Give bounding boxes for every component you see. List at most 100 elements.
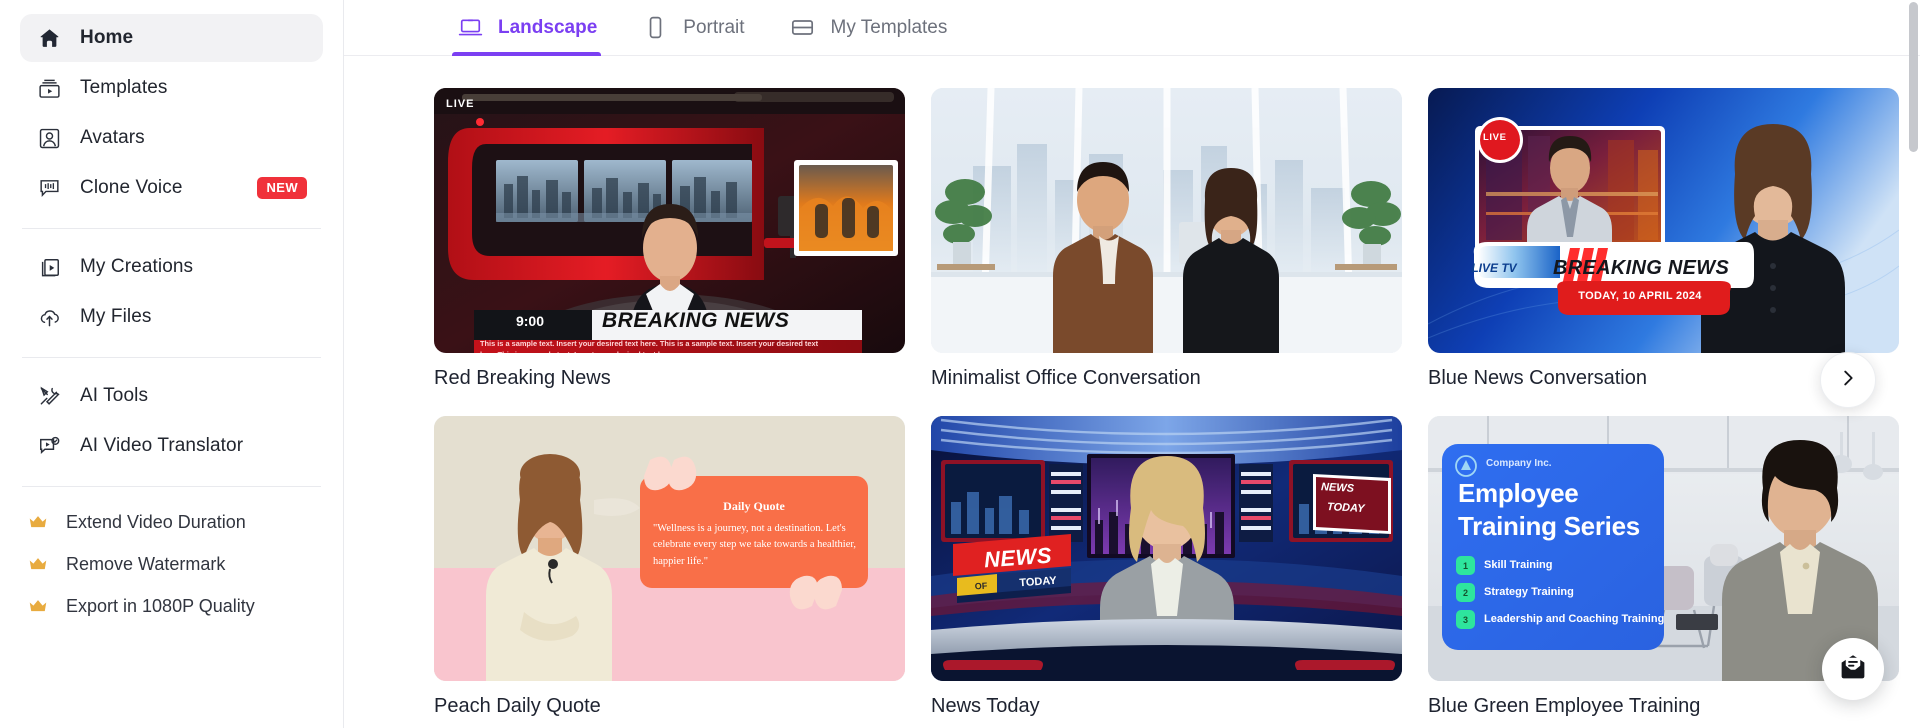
scrollbar-thumb[interactable] <box>1909 2 1918 152</box>
creations-icon <box>36 254 62 280</box>
template-card[interactable]: LIVE LIVE TV BREAKING NEWS TODAY, 10 APR… <box>1428 88 1899 390</box>
template-card-title: Red Breaking News <box>434 367 611 389</box>
template-card[interactable]: NEWS OF TODAY NEWS TODAY News Today <box>931 416 1402 718</box>
template-thumbnail-red-breaking-news[interactable]: LIVE 9:00 BREAKING NEWS This is a sample… <box>434 88 905 353</box>
thumbnail-art <box>1428 88 1899 353</box>
template-card-title: News Today <box>931 695 1040 717</box>
tools-icon <box>36 383 62 409</box>
headline-label: BREAKING NEWS <box>1553 256 1730 279</box>
templates-icon <box>36 75 62 101</box>
training-title-line1: Employee <box>1458 478 1579 508</box>
bullet-text: Leadership and Coaching Training <box>1484 613 1665 625</box>
template-card-title: Peach Daily Quote <box>434 695 601 717</box>
tab-portrait[interactable]: Portrait <box>619 0 766 56</box>
pro-item-label: Extend Video Duration <box>66 511 246 532</box>
template-thumbnail-blue-news[interactable]: LIVE LIVE TV BREAKING NEWS TODAY, 10 APR… <box>1428 88 1899 353</box>
sidebar-secondary-group: My Creations My Files <box>20 243 323 343</box>
sidebar-item-label: My Creations <box>80 256 194 277</box>
bullet-number: 3 <box>1462 614 1468 625</box>
live-badge: LIVE <box>1483 132 1507 143</box>
tab-label: Landscape <box>498 16 598 38</box>
avatar-icon <box>36 125 62 151</box>
sidebar-item-label: AI Video Translator <box>80 435 244 456</box>
voice-waveform-icon <box>36 175 62 201</box>
tab-my-templates[interactable]: My Templates <box>767 0 970 56</box>
sidebar-tools-group: AI Tools AI Video Translator <box>20 372 323 472</box>
tab-label: My Templates <box>830 16 948 38</box>
training-title-line2: Training Series <box>1458 511 1640 541</box>
sidebar-item-label: Home <box>80 27 134 48</box>
tab-landscape[interactable]: Landscape <box>434 0 619 56</box>
template-thumbnail-minimalist-office[interactable] <box>931 88 1402 353</box>
sidebar-item-ai-tools[interactable]: AI Tools <box>20 372 323 420</box>
main-content: Landscape Portrait My Templates LIVE 9:0… <box>344 0 1920 728</box>
crown-icon <box>26 511 50 533</box>
quote-body: "Wellness is a journey, not a destinatio… <box>653 523 857 567</box>
template-thumbnail-employee-training[interactable]: Company Inc. Employee Training Series 1 … <box>1428 416 1899 681</box>
sidebar-divider-3 <box>22 486 321 487</box>
time-label: 9:00 <box>515 313 545 329</box>
company-label: Company Inc. <box>1486 458 1552 469</box>
sidebar-item-templates[interactable]: Templates <box>20 64 323 112</box>
sidebar-item-my-files[interactable]: My Files <box>20 293 323 341</box>
sidebar-item-clone-voice[interactable]: Clone Voice NEW <box>20 164 323 212</box>
sidebar-divider-2 <box>22 357 321 358</box>
template-thumbnail-peach-daily-quote[interactable]: Daily Quote "Wellness is a journey, not … <box>434 416 905 681</box>
home-icon <box>36 25 62 51</box>
crown-icon <box>26 553 50 575</box>
pro-item-label: Remove Watermark <box>66 553 226 574</box>
template-card-title: Blue Green Employee Training <box>1428 695 1701 717</box>
app-root: Home Templates Avatars Clone Voice NEW M… <box>0 0 1920 728</box>
sidebar: Home Templates Avatars Clone Voice NEW M… <box>0 0 344 728</box>
sidebar-primary-group: Home Templates Avatars Clone Voice NEW <box>20 14 323 214</box>
chat-support-button[interactable] <box>1822 638 1884 700</box>
crown-icon <box>26 595 50 617</box>
chevron-right-icon <box>1837 367 1859 394</box>
pro-item-label: Export in 1080P Quality <box>66 595 255 616</box>
bullet-number: 2 <box>1462 587 1468 598</box>
quote-title: Daily Quote <box>723 499 785 513</box>
template-card-title: Minimalist Office Conversation <box>931 367 1201 389</box>
sidebar-divider-1 <box>22 228 321 229</box>
sidebar-item-avatars[interactable]: Avatars <box>20 114 323 162</box>
page-scrollbar[interactable] <box>1909 2 1918 726</box>
carousel-next-button[interactable] <box>1820 352 1876 408</box>
template-card[interactable]: LIVE 9:00 BREAKING NEWS This is a sample… <box>434 88 905 390</box>
ticker-text: This is a sample text. Insert your desir… <box>480 339 819 353</box>
corner-today-label: TODAY <box>1326 501 1365 515</box>
sidebar-item-ai-video-translator[interactable]: AI Video Translator <box>20 422 323 470</box>
bullet-number: 1 <box>1462 560 1468 571</box>
pro-item-export-1080p[interactable]: Export in 1080P Quality <box>20 585 323 627</box>
template-grid: LIVE 9:00 BREAKING NEWS This is a sample… <box>434 88 1920 718</box>
pro-item-extend-video-duration[interactable]: Extend Video Duration <box>20 501 323 543</box>
corner-news-label: NEWS <box>1320 481 1355 495</box>
template-orientation-tabs: Landscape Portrait My Templates <box>344 0 1920 56</box>
card-icon <box>789 14 817 42</box>
sidebar-item-label: Clone Voice <box>80 177 183 198</box>
sidebar-item-label: My Files <box>80 306 152 327</box>
translate-video-icon <box>36 433 62 459</box>
phone-icon <box>641 14 669 42</box>
date-label: TODAY, 10 APRIL 2024 <box>1578 290 1702 302</box>
template-thumbnail-news-today[interactable]: NEWS OF TODAY NEWS TODAY <box>931 416 1402 681</box>
sidebar-item-label: AI Tools <box>80 385 149 406</box>
message-envelope-icon <box>1838 652 1868 687</box>
thumbnail-art <box>1428 416 1899 681</box>
template-card[interactable]: Daily Quote "Wellness is a journey, not … <box>434 416 905 718</box>
sidebar-pro-group: Extend Video Duration Remove Watermark E… <box>20 501 323 627</box>
cloud-upload-icon <box>36 304 62 330</box>
sidebar-item-my-creations[interactable]: My Creations <box>20 243 323 291</box>
template-grid-scroll: LIVE 9:00 BREAKING NEWS This is a sample… <box>344 56 1920 728</box>
sidebar-item-label: Avatars <box>80 127 145 148</box>
thumbnail-art <box>931 88 1402 353</box>
bullet-text: Skill Training <box>1484 559 1553 571</box>
pro-item-remove-watermark[interactable]: Remove Watermark <box>20 543 323 585</box>
live-tv-label: LIVE TV <box>1471 261 1517 275</box>
bullet-text: Strategy Training <box>1484 586 1574 598</box>
of-label: OF <box>974 580 988 592</box>
template-card[interactable]: Minimalist Office Conversation <box>931 88 1402 390</box>
sidebar-item-label: Templates <box>80 77 168 98</box>
headline-label: BREAKING NEWS <box>602 309 790 332</box>
status-badge-new: NEW <box>257 176 307 200</box>
sidebar-item-home[interactable]: Home <box>20 14 323 62</box>
